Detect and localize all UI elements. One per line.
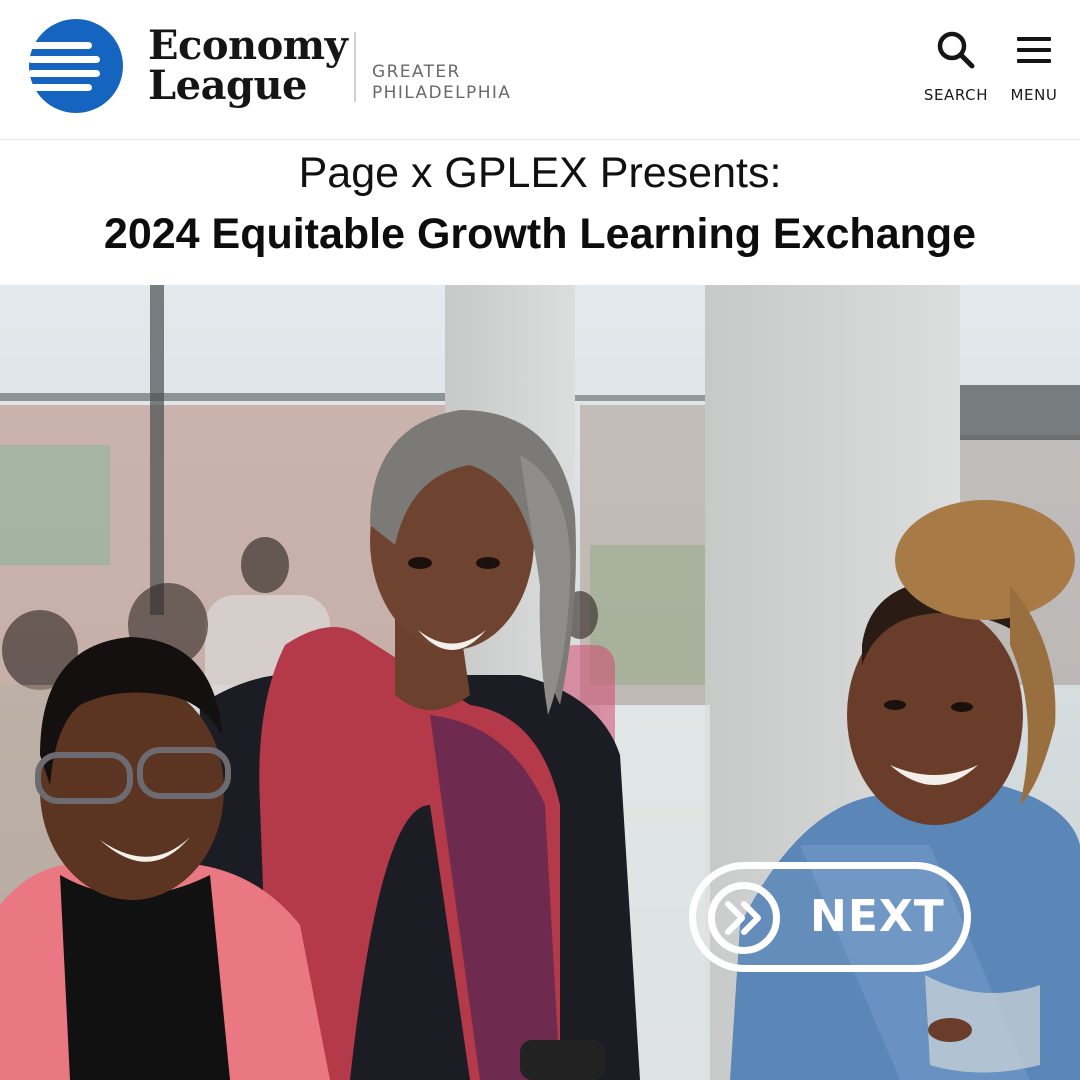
logo-home-link[interactable]: Economy League GREATER PHILADELPHIA <box>28 18 528 118</box>
logo-sub-line-1: GREATER <box>372 62 461 82</box>
economy-league-logo-icon <box>28 19 123 113</box>
menu-label: MENU <box>1010 86 1058 104</box>
logo-sub-line-2: PHILADELPHIA <box>372 83 512 103</box>
logo-line-2: League <box>148 62 308 109</box>
next-label: NEXT <box>810 891 945 942</box>
logo-subtitle: GREATER PHILADELPHIA <box>372 62 511 104</box>
hamburger-menu-icon <box>1017 37 1051 63</box>
menu-button[interactable]: MENU <box>994 30 1074 114</box>
search-button[interactable]: SEARCH <box>916 30 996 114</box>
title-line-2: 2024 Equitable Growth Learning Exchange <box>103 210 977 258</box>
hero-title: Page x GPLEX Presents: 2024 Equitable Gr… <box>0 140 1080 286</box>
title-line-1: Page x GPLEX Presents: <box>298 149 782 197</box>
next-circle <box>708 882 780 954</box>
site-header: Economy League GREATER PHILADELPHIA SEAR… <box>0 0 1080 140</box>
logo-line-1: Economy <box>148 22 348 69</box>
search-label: SEARCH <box>923 86 989 104</box>
next-button[interactable]: NEXT <box>689 862 971 972</box>
logo-wordmark: Economy League <box>148 22 348 109</box>
logo-divider <box>354 32 356 102</box>
double-chevron-right-icon <box>725 901 761 935</box>
search-icon <box>937 31 975 69</box>
